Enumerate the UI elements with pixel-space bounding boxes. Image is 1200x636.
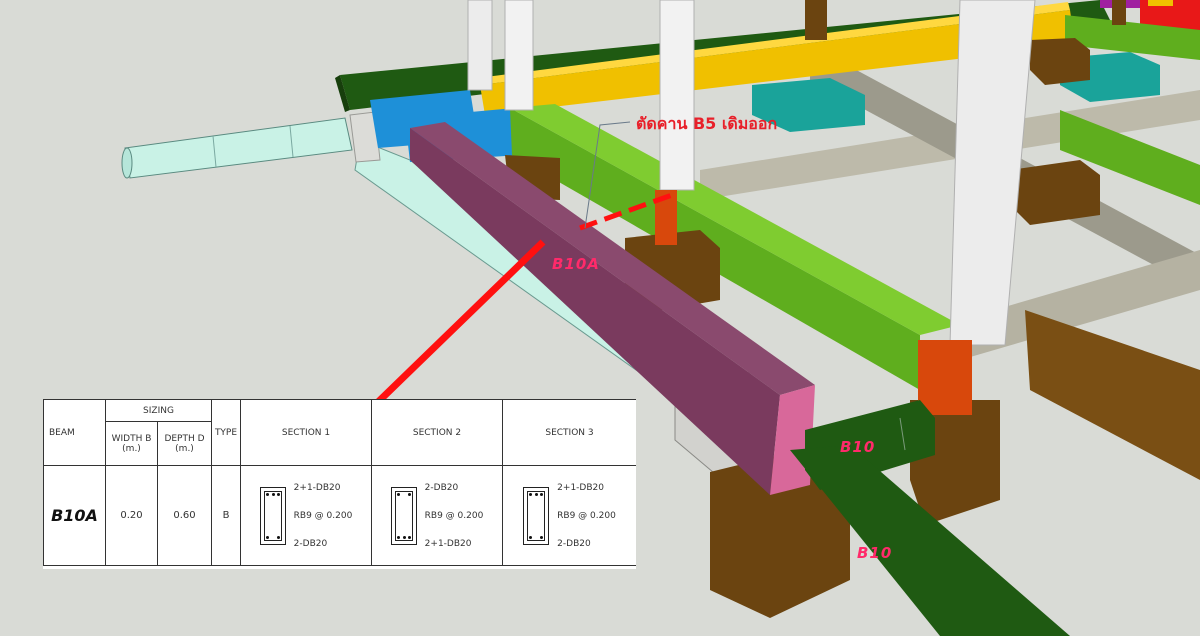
beam-label-b10-upper: B10 xyxy=(840,438,876,456)
section-1-top-bars: 2+1-DB20 xyxy=(293,482,341,493)
cell-section-3: 2+1-DB20 RB9 @ 0.200 2-DB20 xyxy=(502,465,636,566)
column-stub-red-2 xyxy=(918,340,972,415)
cut-beam-note: ตัดคาน B5 เดิมออก xyxy=(636,114,778,133)
model-viewport[interactable]: ตัดคาน B5 เดิมออก B10A B10 B10 BEAM SIZI… xyxy=(0,0,1200,636)
section-1-drawing xyxy=(259,486,286,545)
beam-schedule-table: BEAM SIZING TYPE SECTION 1 SECTION 2 SEC… xyxy=(43,399,636,569)
footing-7 xyxy=(1025,310,1200,480)
section-3-drawing xyxy=(523,486,550,545)
section-2-stirrup: RB9 @ 0.200 xyxy=(424,510,484,521)
section-2-drawing xyxy=(390,486,417,545)
column-4 xyxy=(805,0,827,40)
marker-line-long xyxy=(375,239,546,405)
section-3-bottom-bars: 2-DB20 xyxy=(557,538,591,549)
footing-3 xyxy=(1010,160,1100,225)
cell-type: B xyxy=(211,465,241,566)
section-1-bottom-bars: 2-DB20 xyxy=(293,538,328,549)
header-sizing: SIZING xyxy=(105,399,212,422)
beam-yellow-corner xyxy=(1148,0,1173,6)
header-section-3: SECTION 3 xyxy=(502,399,636,466)
header-beam: BEAM xyxy=(43,399,106,466)
pipe xyxy=(124,117,353,179)
footing-4 xyxy=(1030,38,1090,85)
section-3-stirrup: RB9 @ 0.200 xyxy=(557,510,616,521)
cell-section-2: 2-DB20 RB9 @ 0.200 2+1-DB20 xyxy=(371,465,503,566)
cell-section-1: 2+1-DB20 RB9 @ 0.200 2-DB20 xyxy=(240,465,372,566)
cell-beam-mark: B10A xyxy=(43,465,106,566)
beam-label-b10-lower: B10 xyxy=(857,544,893,562)
section-3-top-bars: 2+1-DB20 xyxy=(557,482,604,493)
header-depth: DEPTH D (m.) xyxy=(157,421,212,466)
cell-depth: 0.60 xyxy=(157,465,212,566)
column-2 xyxy=(504,0,534,111)
header-section-2: SECTION 2 xyxy=(371,399,503,466)
cell-width: 0.20 xyxy=(105,465,158,566)
beam-label-b10a: B10A xyxy=(552,255,600,273)
column-3 xyxy=(659,0,695,191)
column-1 xyxy=(467,0,493,91)
section-1-stirrup: RB9 @ 0.200 xyxy=(293,510,353,521)
section-2-bottom-bars: 2+1-DB20 xyxy=(424,538,472,549)
column-6 xyxy=(1112,0,1126,25)
header-type: TYPE xyxy=(211,399,241,466)
section-2-top-bars: 2-DB20 xyxy=(424,482,459,493)
header-width: WIDTH B (m.) xyxy=(105,421,158,466)
header-section-1: SECTION 1 xyxy=(240,399,372,466)
